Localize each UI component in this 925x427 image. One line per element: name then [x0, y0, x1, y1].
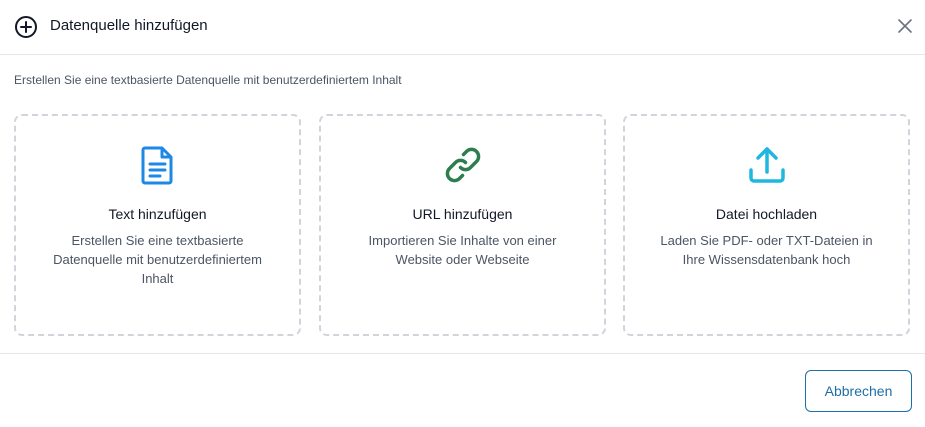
link-icon — [445, 147, 480, 183]
dialog-title: Datenquelle hinzufügen — [50, 17, 208, 34]
add-text-card[interactable]: Text hinzufügen Erstellen Sie eine textb… — [14, 114, 301, 336]
dialog-header: Datenquelle hinzufügen — [0, 0, 925, 55]
upload-icon — [748, 147, 785, 183]
cancel-button[interactable]: Abbrechen — [805, 370, 912, 412]
close-icon[interactable] — [895, 16, 915, 36]
add-text-description: Erstellen Sie eine textbasierte Datenque… — [53, 233, 262, 286]
dialog-description: Erstellen Sie eine textbasierte Datenque… — [14, 73, 402, 87]
add-text-title: Text hinzufügen — [108, 206, 207, 222]
upload-file-card[interactable]: Datei hochladen Laden Sie PDF- oder TXT-… — [623, 114, 910, 336]
plus-circle-icon — [15, 16, 37, 38]
footer-divider — [0, 353, 925, 354]
upload-file-title: Datei hochladen — [715, 206, 818, 222]
add-url-description: Importieren Sie Inhalte von einer Websit… — [368, 233, 557, 267]
upload-file-description: Laden Sie PDF- oder TXT-Dateien in Ihre … — [660, 233, 873, 267]
add-url-title: URL hinzufügen — [412, 206, 513, 222]
document-icon — [141, 146, 172, 185]
add-datasource-dialog: Datenquelle hinzufügen Erstellen Sie ein… — [0, 0, 925, 427]
add-url-card[interactable]: URL hinzufügen Importieren Sie Inhalte v… — [319, 114, 606, 336]
